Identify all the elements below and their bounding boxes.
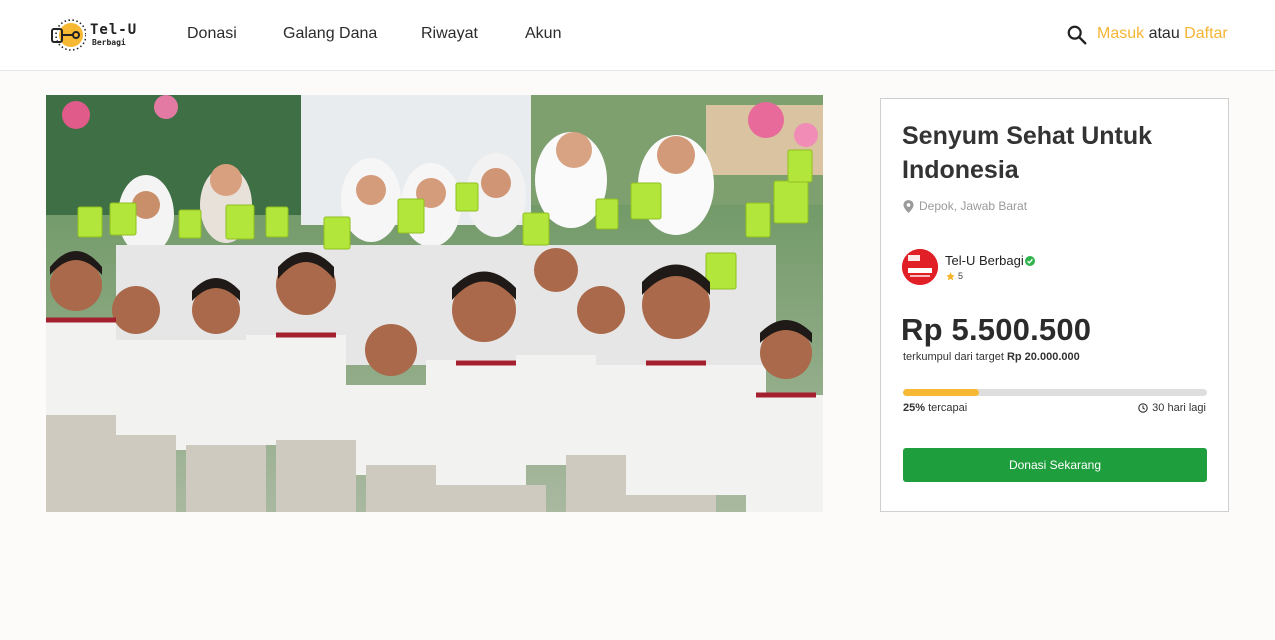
- campaign-card: Senyum Sehat Untuk Indonesia Depok, Jawa…: [880, 98, 1229, 512]
- location-pin-icon: [903, 199, 914, 213]
- location-text: Depok, Jawab Barat: [919, 199, 1028, 213]
- nav-donasi[interactable]: Donasi: [187, 25, 237, 43]
- donate-now-button[interactable]: Donasi Sekarang: [903, 448, 1207, 482]
- campaign-location: Depok, Jawab Barat: [903, 199, 1027, 213]
- campaign-photo: [46, 95, 823, 512]
- logo-icon: [51, 19, 86, 51]
- register-link[interactable]: Daftar: [1184, 25, 1228, 42]
- campaign-photo-illustration: [46, 95, 823, 512]
- login-link[interactable]: Masuk: [1097, 25, 1144, 42]
- target-text: terkumpul dari target Rp 20.000.000: [903, 351, 1080, 363]
- organizer[interactable]: Tel-U Berbagi 5: [902, 249, 1035, 285]
- top-navbar: Tel-U Berbagi Donasi Galang Dana Riwayat…: [0, 0, 1275, 71]
- site-logo[interactable]: Tel-U Berbagi: [50, 17, 145, 53]
- progress-text: 25% tercapai: [903, 402, 967, 414]
- progress-percent: 25%: [903, 402, 926, 414]
- days-left-text: 30 hari lagi: [1152, 402, 1206, 414]
- days-left: 30 hari lagi: [1138, 402, 1206, 414]
- auth-links: Masuk atau Daftar: [1097, 25, 1228, 43]
- auth-separator: atau: [1148, 25, 1180, 42]
- logo-subtitle: Berbagi: [92, 38, 126, 47]
- target-prefix: terkumpul dari target: [903, 351, 1004, 363]
- nav-riwayat[interactable]: Riwayat: [421, 25, 478, 43]
- logo-title: Tel-U: [90, 22, 138, 38]
- target-amount: Rp 20.000.000: [1006, 351, 1080, 363]
- progress-suffix: tercapai: [928, 402, 968, 414]
- organizer-logo-icon: [902, 249, 938, 285]
- organizer-rating: 5: [958, 271, 964, 281]
- verified-check-icon: [1024, 255, 1035, 266]
- progress-bar: [903, 389, 1207, 396]
- progress-fill: [903, 389, 979, 396]
- clock-icon: [1138, 403, 1148, 413]
- amount-collected: Rp 5.500.500: [901, 312, 1092, 347]
- nav-galang-dana[interactable]: Galang Dana: [283, 25, 377, 43]
- star-icon: [946, 271, 955, 280]
- nav-akun[interactable]: Akun: [525, 25, 561, 43]
- search-icon[interactable]: [1066, 24, 1088, 46]
- organizer-name: Tel-U Berbagi: [945, 253, 1024, 268]
- organizer-avatar: [902, 249, 938, 285]
- campaign-title: Senyum Sehat Untuk Indonesia: [902, 122, 1153, 184]
